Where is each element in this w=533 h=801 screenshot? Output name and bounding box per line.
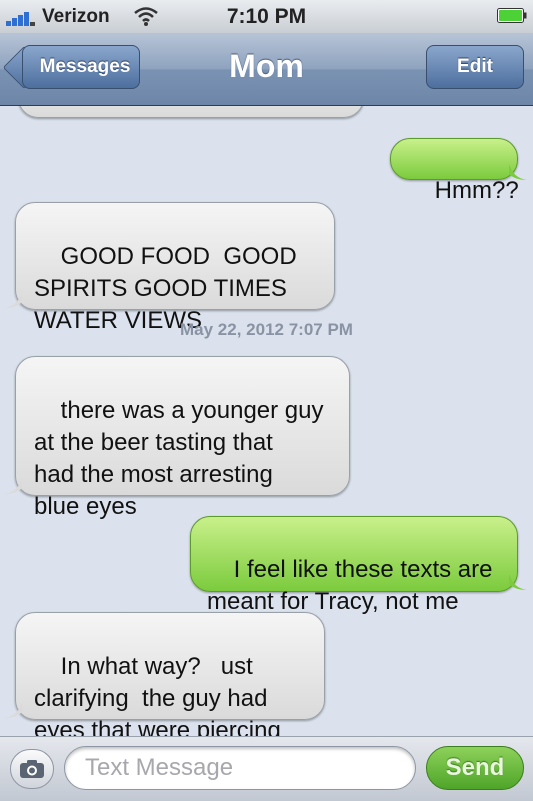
message-bubble-incoming: there was a younger guy at the beer tast… [15, 356, 350, 520]
status-bar: Verizon 7:10 PM [0, 0, 533, 33]
message-bubble-incoming: GOOD FOOD GOOD SPIRITS GOOD TIMES WATER … [15, 202, 335, 334]
battery-icon [497, 8, 527, 23]
message-text: there was a younger guy at the beer tast… [34, 397, 324, 520]
message-text: In what way? ust clarifying the guy had … [34, 653, 281, 736]
message-bubble-incoming: In what way? ust clarifying the guy had … [15, 612, 325, 736]
bubble-tail [4, 702, 22, 718]
message-list[interactable]: Hmm?? GOOD FOOD GOOD SPIRITS GOOD TIMES … [0, 106, 533, 736]
status-time: 7:10 PM [226, 5, 307, 28]
edit-button[interactable]: Edit [426, 45, 524, 89]
message-bubble-partial [18, 106, 364, 118]
edit-button-label: Edit [457, 56, 493, 77]
send-button-label: Send [445, 754, 505, 781]
camera-icon [20, 760, 44, 778]
message-text-field[interactable] [64, 746, 416, 790]
back-button-label: Messages [39, 56, 131, 77]
bubble-tail [509, 574, 527, 590]
navigation-bar: Messages Mom Edit [0, 33, 533, 106]
bubble-tail [509, 164, 527, 180]
message-bubble-outgoing: Hmm?? [390, 138, 519, 204]
back-button[interactable]: Messages [22, 45, 140, 89]
message-bubble-outgoing: I feel like these texts are meant for Tr… [190, 516, 518, 615]
message-text: I feel like these texts are meant for Tr… [207, 556, 493, 615]
message-input-bar: Send [0, 736, 533, 801]
bubble-tail [4, 478, 22, 494]
back-button-wrap: Messages [0, 33, 160, 105]
bubble-tail [4, 292, 22, 308]
send-button[interactable]: Send [426, 746, 524, 790]
message-timestamp: May 22, 2012 7:07 PM [180, 320, 353, 339]
message-text: Hmm?? [434, 177, 519, 204]
camera-button[interactable] [10, 749, 54, 789]
